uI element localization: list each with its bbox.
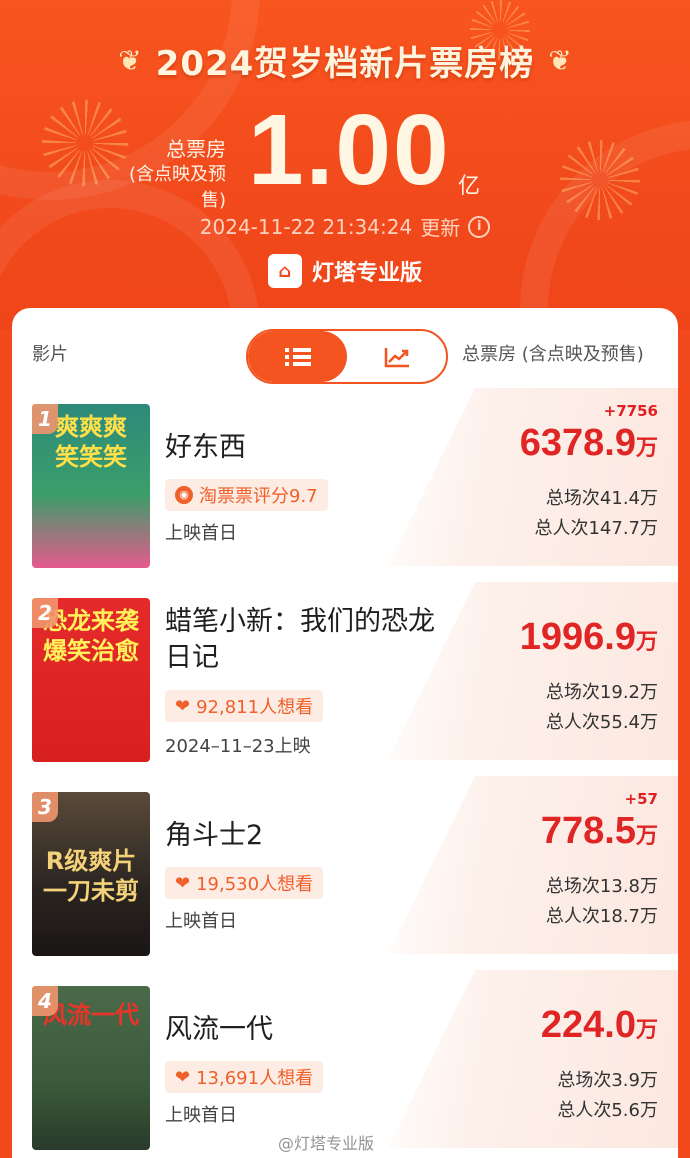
movie-title: 风流一代 (165, 1014, 273, 1045)
want-to-see-text: 19,530人想看 (196, 874, 314, 895)
list-icon (284, 347, 311, 366)
list-view-button[interactable] (248, 331, 347, 382)
rating-tag: ◉ 淘票票评分9.7 (165, 479, 328, 511)
gross-delta: +57 (624, 790, 658, 808)
total-unit: 亿 (458, 174, 481, 199)
movie-row[interactable]: 爽爽爽 笑笑笑 1 好东西 ◉ 淘票票评分9.7 上映首日 +7756 6378… (12, 388, 678, 570)
movie-row[interactable]: 风流一代 4 风流一代 ❤ 13,691人想看 上映首日 224.0万 总场次3… (12, 970, 678, 1152)
release-status: 2024–11–23上映 (165, 736, 311, 757)
chart-icon (384, 347, 409, 367)
header-banner: ❦ 2024贺岁档新片票房榜 ❦ 总票房 (含点映及预售) 1.00 亿 202… (0, 0, 690, 330)
total-viewers: 总人次147.7万 (534, 518, 658, 539)
total-label-line2: (含点映及预售) (128, 164, 226, 211)
gross-number: 224.0 (540, 1004, 636, 1046)
update-label: 更新 (420, 216, 461, 240)
total-label: 总票房 (含点映及预售) (104, 136, 226, 214)
total-shows: 总场次19.2万 (545, 682, 658, 703)
want-to-see-text: 92,811人想看 (196, 697, 314, 718)
brand-logo-icon: ⌂ (267, 254, 302, 288)
total-box-office: 1.00 (248, 94, 451, 206)
page-title: ❦ 2024贺岁档新片票房榜 ❦ (0, 36, 690, 85)
total-shows: 总场次13.8万 (545, 876, 658, 897)
laurel-left-icon: ❦ (118, 43, 142, 77)
gross-number: 6378.9 (519, 422, 636, 464)
gross-value: 1996.9万 (520, 616, 658, 659)
gross-unit: 万 (635, 823, 658, 848)
rank-badge: 1 (32, 404, 58, 434)
movie-title: 好东西 (165, 432, 246, 463)
total-shows: 总场次3.9万 (557, 1070, 658, 1091)
column-header-gross: 总票房 (含点映及预售) (462, 344, 644, 365)
movie-row[interactable]: 恐龙来袭 爆笑治愈 2 蜡笔小新：我们的恐龙日记 ❤ 92,811人想看 202… (12, 582, 678, 764)
column-header-film: 影片 (32, 344, 68, 365)
want-to-see-tag: ❤ 92,811人想看 (165, 690, 324, 722)
gross-unit: 万 (635, 1017, 658, 1042)
gross-unit: 万 (635, 435, 658, 460)
gross-number: 1996.9 (519, 616, 636, 658)
rating-icon: ◉ (175, 486, 193, 504)
view-toggle (246, 329, 448, 384)
release-status: 上映首日 (165, 911, 237, 932)
want-to-see-text: 13,691人想看 (196, 1068, 314, 1089)
release-status: 上映首日 (165, 1105, 237, 1126)
update-time: 2024-11-22 21:34:24 (199, 214, 413, 239)
gross-value: 778.5万 (541, 810, 658, 853)
title-text: 2024贺岁档新片票房榜 (155, 44, 535, 84)
heart-icon: ❤ (175, 1066, 191, 1088)
rating-text: 淘票票评分9.7 (199, 486, 318, 507)
total-shows: 总场次41.4万 (545, 488, 658, 509)
brand-name: 灯塔专业版 (311, 261, 422, 286)
info-icon[interactable]: i (468, 215, 491, 238)
watermark: @灯塔专业版 (278, 1134, 375, 1153)
update-row: 2024-11-22 21:34:24 更新 i (0, 212, 690, 241)
rank-badge: 2 (32, 598, 58, 628)
want-to-see-tag: ❤ 13,691人想看 (165, 1061, 324, 1093)
want-to-see-tag: ❤ 19,530人想看 (165, 867, 324, 899)
total-viewers: 总人次55.4万 (545, 712, 658, 733)
chart-view-button[interactable] (347, 331, 446, 382)
rank-badge: 4 (32, 986, 58, 1016)
gross-value: 6378.9万 (520, 422, 658, 465)
brand-row: ⌂ 灯塔专业版 (0, 254, 690, 288)
heart-icon: ❤ (175, 872, 191, 894)
movie-row[interactable]: R级爽片 一刀未剪 3 角斗士2 ❤ 19,530人想看 上映首日 +57 77… (12, 776, 678, 958)
poster-text: R级爽片 一刀未剪 (43, 847, 139, 905)
movie-title: 蜡笔小新：我们的恐龙日记 (165, 606, 435, 673)
movie-title: 角斗士2 (165, 820, 264, 851)
total-viewers: 总人次18.7万 (545, 906, 658, 927)
total-viewers: 总人次5.6万 (557, 1100, 658, 1121)
total-label-line1: 总票房 (166, 137, 226, 161)
gross-value: 224.0万 (541, 1004, 658, 1047)
gross-unit: 万 (635, 629, 658, 654)
rank-badge: 3 (32, 792, 58, 822)
laurel-right-icon: ❦ (548, 43, 572, 77)
heart-icon: ❤ (175, 695, 191, 717)
gross-delta: +7756 (603, 402, 658, 420)
release-status: 上映首日 (165, 523, 237, 544)
gross-number: 778.5 (540, 810, 636, 852)
